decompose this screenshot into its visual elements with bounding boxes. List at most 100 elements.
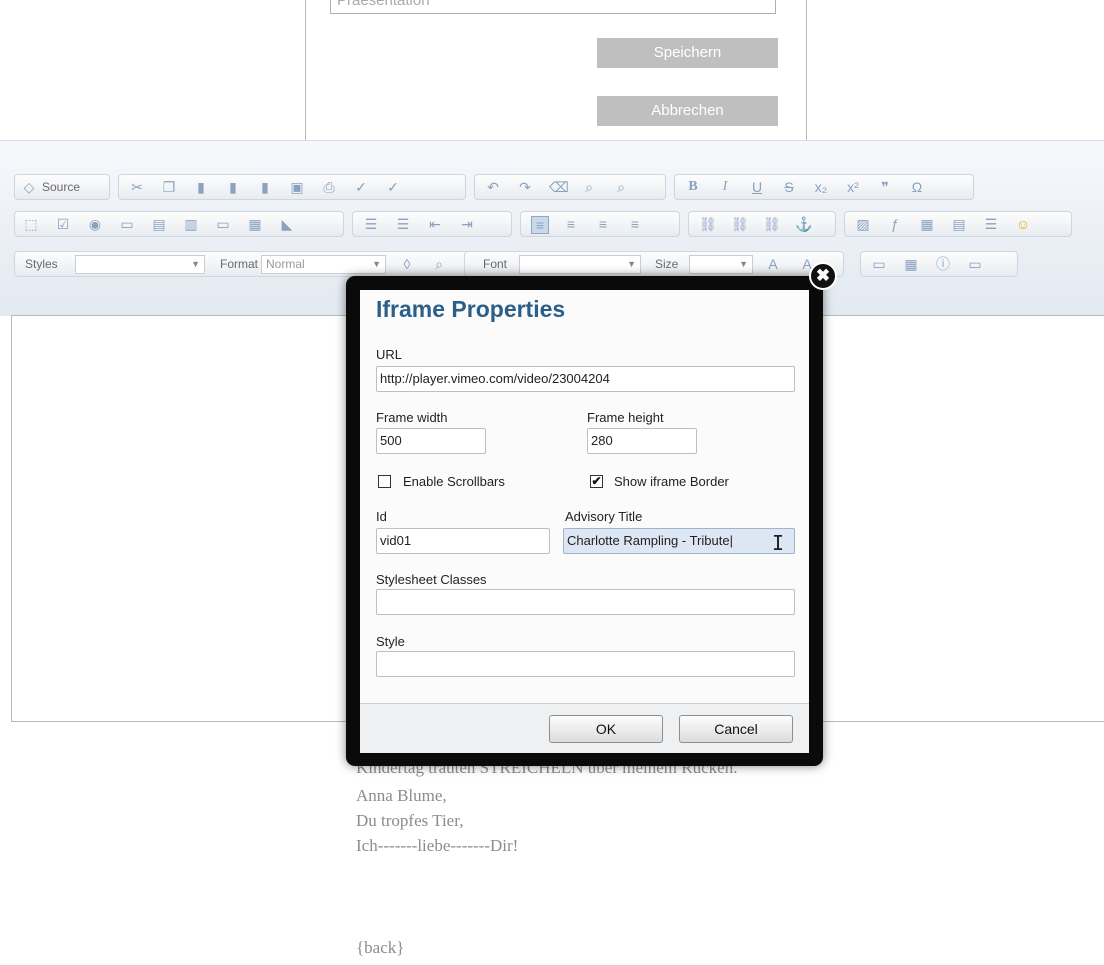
- unlink-icon-2[interactable]: ⛓: [763, 216, 781, 232]
- close-icon[interactable]: ✖: [809, 262, 837, 290]
- advisory-title-input[interactable]: Charlotte Rampling - Tribute|: [563, 528, 795, 554]
- advisory-title-label: Advisory Title: [565, 509, 643, 524]
- id-label: Id: [376, 509, 387, 524]
- format-combo[interactable]: Normal ▼: [261, 255, 386, 274]
- div-icon[interactable]: ◊: [399, 256, 415, 272]
- underline-icon[interactable]: U: [749, 179, 765, 195]
- magnifier-icon[interactable]: ⌕: [431, 256, 447, 272]
- hr-icon[interactable]: ▤: [951, 216, 967, 232]
- image-icon[interactable]: ▨: [855, 216, 871, 232]
- paste-word-icon[interactable]: ▮: [257, 179, 273, 195]
- iframe-border-label: Show iframe Border: [614, 474, 729, 489]
- maximize-icon[interactable]: ▭: [871, 256, 887, 272]
- source-group: ◇ Source: [14, 174, 110, 200]
- find-icon[interactable]: ⌕: [581, 179, 597, 195]
- copy-icon[interactable]: ❐: [161, 179, 177, 195]
- iframe-icon[interactable]: ▭: [967, 256, 983, 272]
- smiley-icon[interactable]: ☺: [1015, 216, 1031, 232]
- previous-text-field[interactable]: Praesentation: [330, 0, 776, 14]
- frame-height-input[interactable]: 280: [587, 428, 697, 454]
- save-button[interactable]: Speichern: [597, 38, 778, 68]
- dialog-title: Iframe Properties: [376, 296, 566, 322]
- scrollbars-checkbox[interactable]: [378, 475, 391, 488]
- replace-icon[interactable]: ⌕: [613, 179, 629, 195]
- subscript-icon[interactable]: x₂: [813, 179, 829, 195]
- spellcheck-icon[interactable]: ✓: [353, 179, 369, 195]
- text-cursor-icon: I: [772, 531, 785, 555]
- anchor-icon[interactable]: ⚓: [795, 216, 812, 232]
- cut-icon[interactable]: ✂: [129, 179, 145, 195]
- insert-group: ▨ ƒ ▦ ▤ ☰ ☺: [844, 211, 1072, 237]
- source-icon: ◇: [23, 179, 35, 195]
- ok-button[interactable]: OK: [549, 715, 663, 743]
- radio-icon[interactable]: ◉: [87, 216, 103, 232]
- link-icon[interactable]: ⛓: [699, 216, 717, 232]
- frame-width-input[interactable]: 500: [376, 428, 486, 454]
- outdent-icon[interactable]: ⇤: [427, 216, 443, 232]
- id-input[interactable]: vid01: [376, 528, 550, 554]
- table-icon[interactable]: ▦: [919, 216, 935, 232]
- cancel-button[interactable]: Abbrechen: [597, 96, 778, 126]
- size-combo[interactable]: ▼: [689, 255, 753, 274]
- button-icon[interactable]: ▭: [215, 216, 231, 232]
- format-value: Normal: [266, 257, 305, 271]
- textarea-icon[interactable]: ▤: [151, 216, 167, 232]
- align-right-icon[interactable]: ≡: [595, 216, 611, 232]
- pagebreak-icon[interactable]: ☰: [983, 216, 999, 232]
- showblocks-icon[interactable]: ▦: [903, 256, 919, 272]
- format-label: Format: [220, 257, 259, 271]
- unlink-icon[interactable]: ⛓: [731, 216, 749, 232]
- superscript-icon[interactable]: x²: [845, 179, 861, 195]
- special-char-icon[interactable]: Ω: [909, 179, 925, 195]
- source-button[interactable]: Source: [42, 180, 80, 194]
- chevron-down-icon: ▼: [372, 259, 381, 269]
- style-input[interactable]: [376, 651, 795, 677]
- bold-icon[interactable]: B: [685, 179, 701, 195]
- remove-format-icon[interactable]: ⌫: [549, 179, 569, 195]
- stylesheet-classes-label: Stylesheet Classes: [376, 572, 487, 587]
- paste-text-icon[interactable]: ▮: [225, 179, 241, 195]
- url-input[interactable]: http://player.vimeo.com/video/23004204: [376, 366, 795, 392]
- align-left-icon[interactable]: ≡: [531, 216, 549, 234]
- flash-icon[interactable]: ƒ: [887, 216, 903, 232]
- checkbox-icon[interactable]: ☑: [55, 216, 71, 232]
- list-group: ☰ ☰ ⇤ ⇥: [352, 211, 512, 237]
- poem-line: Anna Blume,: [356, 786, 447, 805]
- text-color-icon[interactable]: A: [765, 256, 781, 272]
- url-label: URL: [376, 347, 403, 362]
- indent-icon[interactable]: ⇥: [459, 216, 475, 232]
- back-link[interactable]: {back}: [356, 938, 404, 958]
- textfield-icon[interactable]: ▭: [119, 216, 135, 232]
- iframe-border-checkbox[interactable]: ✔: [590, 475, 603, 488]
- editor-right-margin: [1058, 315, 1104, 722]
- bulleted-list-icon[interactable]: ☰: [395, 216, 411, 232]
- justify-icon[interactable]: ≡: [627, 216, 643, 232]
- hiddenfield-icon[interactable]: ◣: [279, 216, 295, 232]
- about-icon[interactable]: ⓘ: [935, 256, 951, 272]
- align-center-icon[interactable]: ≡: [563, 216, 579, 232]
- styles-label: Styles: [25, 257, 58, 271]
- styles-combo[interactable]: ▼: [75, 255, 205, 274]
- imagebutton-icon[interactable]: ▦: [247, 216, 263, 232]
- scrollbars-label: Enable Scrollbars: [403, 474, 505, 489]
- poem-line: Ich-------liebe-------Dir!: [356, 836, 519, 855]
- scayt-icon[interactable]: ✓: [385, 179, 401, 195]
- dialog-cancel-button[interactable]: Cancel: [679, 715, 793, 743]
- select-all-icon[interactable]: ▣: [289, 179, 305, 195]
- undo-icon[interactable]: ↶: [485, 179, 501, 195]
- strike-icon[interactable]: S: [781, 179, 797, 195]
- select-icon[interactable]: ▥: [183, 216, 199, 232]
- stylesheet-classes-input[interactable]: [376, 589, 795, 615]
- font-combo[interactable]: ▼: [519, 255, 641, 274]
- clipboard-group: ✂ ❐ ▮ ▮ ▮ ▣ ⎙ ✓ ✓: [118, 174, 466, 200]
- print-icon[interactable]: ⎙: [321, 179, 337, 195]
- redo-icon[interactable]: ↷: [517, 179, 533, 195]
- italic-icon[interactable]: I: [717, 179, 733, 195]
- link-group: ⛓ ⛓ ⛓ ⚓: [688, 211, 836, 237]
- paste-icon[interactable]: ▮: [193, 179, 209, 195]
- numbered-list-icon[interactable]: ☰: [363, 216, 379, 232]
- blockquote-icon[interactable]: ❞: [877, 179, 893, 195]
- form-icon[interactable]: ⬚: [23, 216, 39, 232]
- forms-group: ⬚ ☑ ◉ ▭ ▤ ▥ ▭ ▦ ◣: [14, 211, 344, 237]
- font-label: Font: [483, 257, 508, 271]
